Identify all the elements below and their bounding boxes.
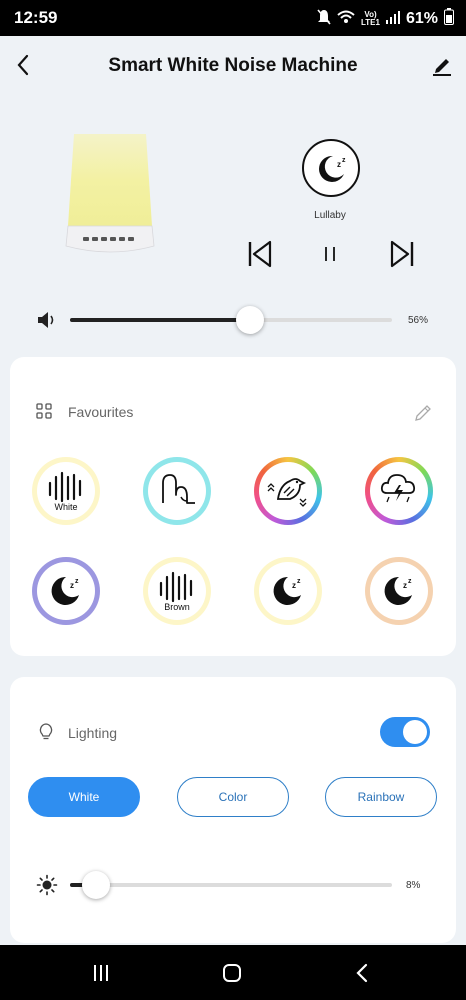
svg-text:z: z: [292, 581, 296, 590]
back-nav-button[interactable]: [352, 962, 374, 984]
mode-rainbow-button[interactable]: Rainbow: [325, 777, 437, 817]
favourites-title: Favourites: [68, 404, 134, 420]
pause-button[interactable]: [315, 237, 345, 271]
grid-icon: [36, 403, 52, 419]
pencil-outline-icon: [415, 405, 431, 421]
recent-apps-button[interactable]: [90, 962, 112, 984]
current-sound-icon[interactable]: z z: [302, 139, 360, 197]
volume-slider[interactable]: [70, 318, 392, 322]
current-sound-name: Lullaby: [314, 210, 346, 221]
svg-text:z: z: [297, 578, 301, 585]
favourite-bird[interactable]: [254, 457, 322, 525]
svg-text:z: z: [342, 157, 346, 164]
lighting-card: Lighting White Color Rainbow 8%: [10, 677, 456, 943]
favourite-label: Brown: [164, 602, 190, 612]
favourite-ocean[interactable]: [143, 457, 211, 525]
thunderstorm-icon: [380, 474, 416, 503]
lighting-title: Lighting: [68, 725, 118, 741]
favourite-white-noise[interactable]: White: [32, 457, 100, 525]
volume-icon: [36, 309, 58, 331]
favourite-storm[interactable]: [365, 457, 433, 525]
toggle-knob: [403, 720, 427, 744]
favourites-card: Favourites White z z Brown z z z z: [10, 357, 456, 656]
wifi-icon: [337, 10, 355, 29]
sound-wave-icon: [48, 471, 82, 503]
brightness-percent: 8%: [406, 880, 421, 891]
edit-device-button[interactable]: [430, 52, 454, 78]
status-indicators: Vo) LTE1 61%: [317, 8, 454, 30]
next-button[interactable]: [387, 237, 417, 271]
svg-text:z: z: [337, 160, 341, 169]
favourite-lullaby-purple[interactable]: z z: [32, 557, 100, 625]
skip-previous-icon: [248, 240, 272, 268]
brightness-slider[interactable]: [70, 883, 392, 887]
page-title: Smart White Noise Machine: [108, 55, 358, 76]
volume-slider-thumb[interactable]: [236, 306, 265, 334]
recent-apps-icon: [94, 965, 108, 981]
volume-slider-fill: [70, 318, 251, 322]
device-image: [64, 130, 156, 256]
moon-icon: z z: [51, 576, 79, 605]
svg-text:z: z: [75, 578, 79, 585]
pause-icon: [325, 247, 335, 261]
mode-color-button[interactable]: Color: [177, 777, 289, 817]
back-chevron-icon: [356, 963, 368, 983]
volume-percent: 56%: [408, 315, 429, 326]
lighting-toggle[interactable]: [380, 717, 430, 747]
moon-icon: z z: [319, 155, 346, 182]
sound-wave-icon: [159, 571, 193, 603]
brightness-icon: [36, 874, 58, 896]
wave-icon: [162, 474, 195, 504]
brightness-slider-thumb[interactable]: [81, 871, 110, 899]
home-icon: [223, 964, 241, 982]
svg-text:z: z: [403, 581, 407, 590]
lightbulb-icon: [38, 723, 54, 741]
signal-icon: [385, 10, 400, 29]
system-nav-bar: [0, 945, 466, 1000]
skip-next-icon: [390, 240, 414, 268]
moon-icon: z z: [384, 576, 412, 605]
pencil-icon: [433, 59, 451, 76]
battery-icon: [444, 8, 454, 30]
status-time: 12:59: [14, 8, 58, 27]
mode-white-button[interactable]: White: [28, 777, 140, 817]
home-button[interactable]: [221, 962, 243, 984]
svg-text:z: z: [408, 578, 412, 585]
previous-button[interactable]: [245, 237, 275, 271]
favourite-lullaby-peach[interactable]: z z: [365, 557, 433, 625]
battery-percent: 61%: [405, 10, 438, 27]
mute-icon: [317, 8, 331, 30]
favourite-label: White: [54, 502, 78, 512]
svg-text:z: z: [70, 581, 74, 590]
moon-icon: z z: [273, 576, 301, 605]
edit-favourites-button[interactable]: [412, 401, 434, 423]
favourite-brown-noise[interactable]: Brown: [143, 557, 211, 625]
status-bar: 12:59 Vo) LTE1 61%: [0, 0, 466, 36]
network-type: Vo) LTE1: [361, 10, 380, 27]
favourite-lullaby-yellow[interactable]: z z: [254, 557, 322, 625]
bird-icon: [267, 478, 307, 507]
app-header: Smart White Noise Machine: [0, 36, 466, 94]
